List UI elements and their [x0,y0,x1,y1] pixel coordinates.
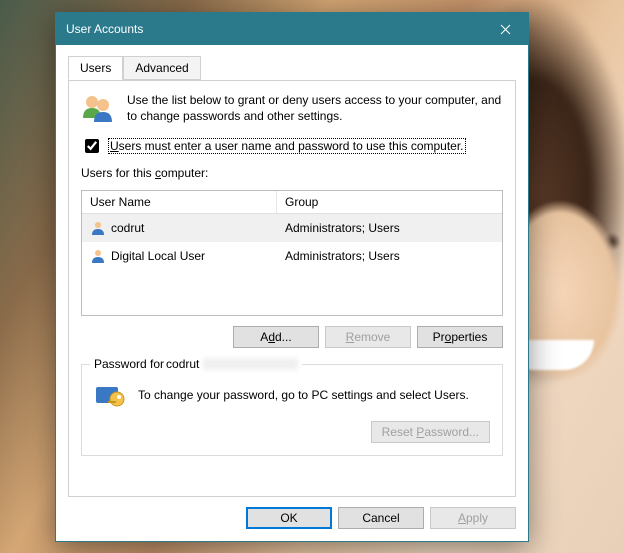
user-group-cell: Administrators; Users [277,244,502,268]
user-buttons-row: Add... Remove Properties [81,326,503,348]
tab-advanced[interactable]: Advanced [123,56,200,80]
table-row[interactable]: codrut Administrators; Users [82,214,502,242]
column-group[interactable]: Group [277,191,502,213]
add-button[interactable]: Add... [233,326,319,348]
require-password-label: Users must enter a user name and passwor… [108,138,466,154]
properties-button[interactable]: Properties [417,326,503,348]
cancel-button[interactable]: Cancel [338,507,424,529]
close-button[interactable] [482,13,528,45]
user-icon [90,248,106,264]
user-name-cell: Digital Local User [111,249,205,263]
close-icon [500,24,511,35]
require-password-checkbox[interactable] [85,139,99,153]
user-icon [90,220,106,236]
tab-users[interactable]: Users [68,56,123,80]
require-password-checkbox-row[interactable]: Users must enter a user name and passwor… [81,136,503,156]
listview-body: codrut Administrators; Users Digital Loc… [82,214,502,315]
redacted-text [151,222,236,234]
password-groupbox: Password for codrut To change your passw… [81,364,503,456]
dialog-footer: OK Cancel Apply [68,497,516,529]
users-icon [81,92,115,126]
user-accounts-window: User Accounts Users Advanced Use the lis… [55,12,529,542]
user-name-cell: codrut [111,221,144,235]
password-instruction-text: To change your password, go to PC settin… [138,388,469,402]
intro-row: Use the list below to grant or deny user… [81,92,503,126]
table-row[interactable]: Digital Local User Administrators; Users [82,242,502,270]
intro-text: Use the list below to grant or deny user… [127,92,503,124]
tabstrip: Users Advanced [68,56,516,81]
users-listview[interactable]: User Name Group codrut Adminis [81,190,503,316]
window-title: User Accounts [66,22,482,36]
reset-password-button: Reset Password... [371,421,490,443]
tab-panel-users: Use the list below to grant or deny user… [68,80,516,497]
content-area: Users Advanced Use the list below to gra… [56,45,528,541]
password-groupbox-title: Password for codrut [90,357,302,371]
apply-button: Apply [430,507,516,529]
key-icon [94,379,126,411]
users-list-label: Users for this computer: [81,166,503,180]
ok-button[interactable]: OK [246,507,332,529]
user-group-cell: Administrators; Users [277,216,502,240]
titlebar: User Accounts [56,13,528,45]
column-username[interactable]: User Name [82,191,277,213]
listview-header[interactable]: User Name Group [82,191,502,214]
remove-button: Remove [325,326,411,348]
